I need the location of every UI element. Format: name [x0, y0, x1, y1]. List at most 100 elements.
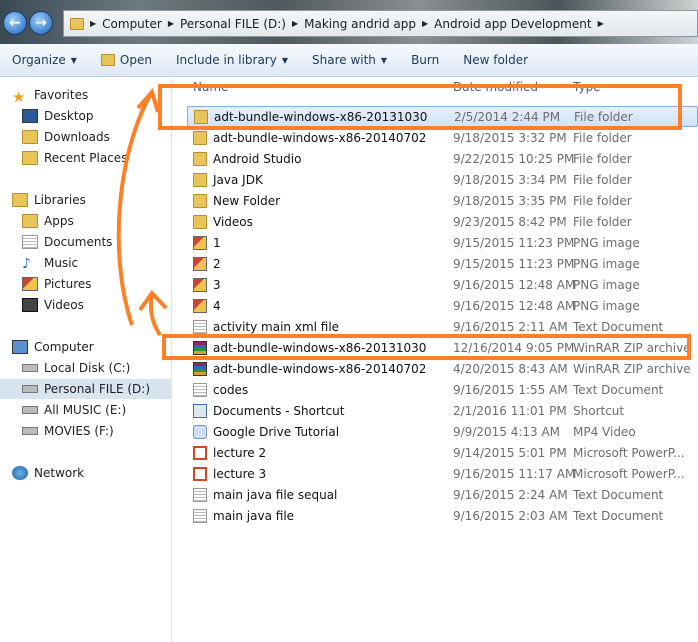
file-name: lecture 3: [213, 466, 267, 481]
file-type: PNG image: [573, 256, 640, 271]
breadcrumb-drive[interactable]: Personal FILE (D:): [180, 17, 286, 31]
share-with-button[interactable]: Share with ▼: [300, 53, 399, 67]
file-row[interactable]: 4 9/16/2015 12:48 AM PNG image: [187, 295, 698, 316]
file-name: adt-bundle-windows-x86-20131030: [213, 340, 427, 355]
forward-button[interactable]: →: [29, 11, 53, 35]
png-icon: [193, 298, 207, 313]
file-date: 9/16/2015 2:03 AM: [453, 508, 568, 523]
file-type: Microsoft PowerP...: [573, 445, 685, 460]
file-type: File folder: [573, 193, 632, 208]
file-row[interactable]: 2 9/15/2015 11:23 PM PNG image: [187, 253, 698, 274]
include-in-library-button[interactable]: Include in library ▼: [164, 53, 300, 67]
zip-icon: [193, 361, 207, 376]
file-name: 1: [213, 235, 221, 250]
breadcrumb-computer[interactable]: Computer: [102, 17, 162, 31]
file-row[interactable]: adt-bundle-windows-x86-20131030 2/5/2014…: [187, 106, 698, 127]
new-folder-button[interactable]: New folder: [451, 53, 540, 67]
file-name: New Folder: [213, 193, 281, 208]
file-date: 9/18/2015 3:34 PM: [453, 172, 567, 187]
label: Videos: [44, 298, 84, 312]
file-date: 9/9/2015 4:13 AM: [453, 424, 561, 439]
label: Pictures: [44, 277, 92, 291]
file-row[interactable]: Documents - Shortcut 2/1/2016 11:01 PM S…: [187, 400, 698, 421]
open-button[interactable]: Open: [89, 53, 164, 67]
file-date: 9/16/2015 2:24 AM: [453, 487, 568, 502]
column-header-date[interactable]: Date modified: [453, 80, 538, 100]
burn-button[interactable]: Burn: [399, 53, 451, 67]
column-header-name[interactable]: Name: [193, 80, 228, 100]
sidebar-item-music[interactable]: ♪ Music: [22, 253, 194, 273]
png-icon: [193, 277, 207, 292]
sidebar-item-downloads[interactable]: Downloads: [22, 127, 194, 147]
file-date: 9/16/2015 12:48 AM: [453, 298, 576, 313]
file-date: 9/22/2015 10:25 PM: [453, 151, 575, 166]
sidebar-item-recent-places[interactable]: Recent Places: [22, 148, 194, 168]
label: MOVIES (F:): [44, 424, 114, 438]
file-row[interactable]: adt-bundle-windows-x86-20131030 12/16/20…: [187, 337, 698, 358]
breadcrumb-folder[interactable]: Making andrid app: [304, 17, 416, 31]
file-row[interactable]: 1 9/15/2015 11:23 PM PNG image: [187, 232, 698, 253]
label: Recent Places: [44, 151, 128, 165]
address-bar[interactable]: ▶ Computer ▶ Personal FILE (D:) ▶ Making…: [63, 10, 698, 37]
organize-button[interactable]: Organize ▼: [0, 53, 89, 67]
back-button[interactable]: ←: [3, 11, 27, 35]
sidebar-item-desktop[interactable]: Desktop: [22, 106, 194, 126]
file-row[interactable]: adt-bundle-windows-x86-20140702 4/20/201…: [187, 358, 698, 379]
file-row[interactable]: adt-bundle-windows-x86-20140702 9/18/201…: [187, 127, 698, 148]
drive-icon: [22, 385, 38, 393]
file-name: main java file sequal: [213, 487, 338, 502]
file-name: Android Studio: [213, 151, 302, 166]
chevron-down-icon: ▼: [380, 55, 388, 65]
sidebar-favorites[interactable]: ★ Favorites: [12, 85, 184, 106]
file-row[interactable]: Android Studio 9/22/2015 10:25 PM File f…: [187, 148, 698, 169]
file-type: Microsoft PowerP...: [573, 466, 685, 481]
sidebar-item-videos[interactable]: Videos: [22, 295, 194, 315]
sidebar-drive-f[interactable]: MOVIES (F:): [0, 421, 172, 441]
file-row[interactable]: lecture 2 9/14/2015 5:01 PM Microsoft Po…: [187, 442, 698, 463]
fold-icon: [193, 130, 207, 145]
sidebar-item-apps[interactable]: Apps: [22, 211, 194, 231]
file-name: Videos: [213, 214, 253, 229]
label: Documents: [44, 235, 113, 249]
file-row[interactable]: 3 9/16/2015 12:48 AM PNG image: [187, 274, 698, 295]
sidebar-network[interactable]: Network: [12, 463, 184, 483]
label: Computer: [34, 340, 94, 354]
label: Apps: [44, 214, 74, 228]
fold-icon: [193, 214, 207, 229]
file-row[interactable]: Google Drive Tutorial 9/9/2015 4:13 AM M…: [187, 421, 698, 442]
sidebar-computer[interactable]: Computer: [12, 337, 184, 357]
file-name: codes: [213, 382, 249, 397]
file-row[interactable]: Videos 9/23/2015 8:42 PM File folder: [187, 211, 698, 232]
sidebar-drive-e[interactable]: All MUSIC (E:): [0, 400, 172, 420]
file-row[interactable]: lecture 3 9/16/2015 11:17 AM Microsoft P…: [187, 463, 698, 484]
file-name: adt-bundle-windows-x86-20140702: [213, 130, 427, 145]
file-row[interactable]: Java JDK 9/18/2015 3:34 PM File folder: [187, 169, 698, 190]
file-name: 4: [213, 298, 221, 313]
column-header-type[interactable]: Type: [573, 80, 601, 100]
file-type: PNG image: [573, 298, 640, 313]
file-row[interactable]: main java file sequal 9/16/2015 2:24 AM …: [187, 484, 698, 505]
file-date: 2/5/2014 2:44 PM: [454, 109, 561, 124]
png-icon: [193, 235, 207, 250]
sidebar-item-documents[interactable]: Documents: [22, 232, 194, 252]
file-row[interactable]: New Folder 9/18/2015 3:35 PM File folder: [187, 190, 698, 211]
network-icon: [12, 466, 28, 480]
file-row[interactable]: main java file 9/16/2015 2:03 AM Text Do…: [187, 505, 698, 526]
file-name: Google Drive Tutorial: [213, 424, 340, 439]
sidebar-drive-d[interactable]: Personal FILE (D:): [0, 379, 172, 399]
label: Network: [34, 466, 85, 480]
file-type: MP4 Video: [573, 424, 636, 439]
sidebar-drive-c[interactable]: Local Disk (C:): [0, 358, 172, 378]
file-row[interactable]: activity main xml file 9/16/2015 2:11 AM…: [187, 316, 698, 337]
file-type: File folder: [573, 130, 632, 145]
label: Music: [44, 256, 79, 270]
sidebar-item-pictures[interactable]: Pictures: [22, 274, 194, 294]
label: Local Disk (C:): [44, 361, 131, 375]
file-type: Text Document: [573, 319, 664, 334]
share-label: Share with: [312, 53, 376, 67]
sidebar-libraries[interactable]: Libraries: [12, 190, 184, 210]
zip-icon: [193, 340, 207, 355]
breadcrumb-current[interactable]: Android app Development: [434, 17, 591, 31]
txt-icon: [193, 508, 207, 523]
file-row[interactable]: codes 9/16/2015 1:55 AM Text Document: [187, 379, 698, 400]
